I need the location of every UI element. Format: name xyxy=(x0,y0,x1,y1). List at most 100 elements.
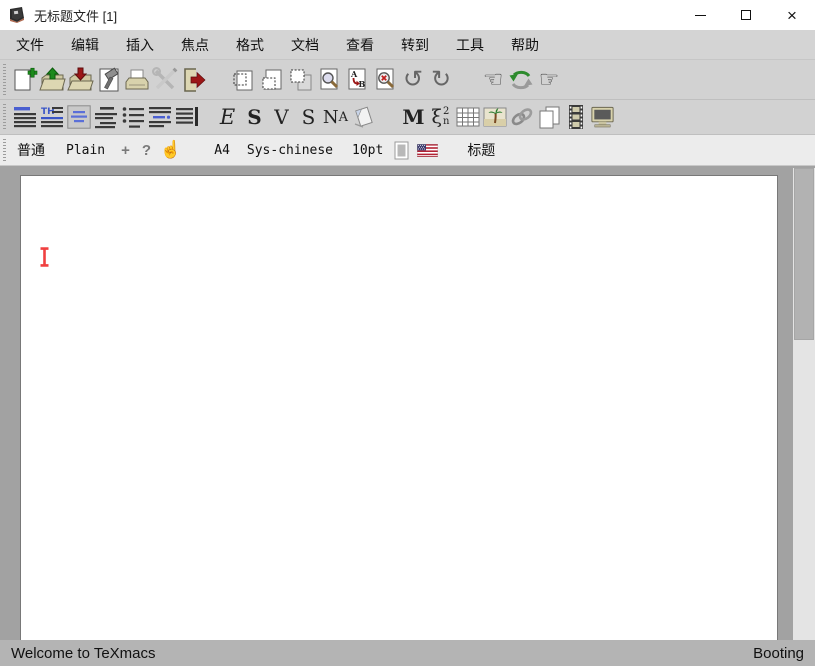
menu-help[interactable]: 帮助 xyxy=(498,31,552,59)
document-area xyxy=(0,166,815,640)
replace-button[interactable]: A B xyxy=(343,64,371,96)
toolbar-grip[interactable] xyxy=(3,64,6,95)
help-balloon-button[interactable]: ? xyxy=(142,142,151,159)
monitor-icon xyxy=(589,104,616,130)
export-button[interactable] xyxy=(179,64,207,96)
section-block-button[interactable] xyxy=(92,102,119,132)
paste-button[interactable] xyxy=(287,64,315,96)
texmacs-window: 无标题文件 [1] × 文件 编辑 插入 焦点 格式 文档 查看 转到 工具 帮… xyxy=(0,0,815,666)
equation-block-button[interactable] xyxy=(146,102,173,132)
save-folder-icon xyxy=(67,66,95,94)
minimize-button[interactable] xyxy=(677,0,723,30)
approve-icon[interactable]: ☝ xyxy=(160,140,181,160)
abstract-block-icon xyxy=(67,105,91,129)
search-button[interactable] xyxy=(315,64,343,96)
redo-icon: ↻ xyxy=(431,68,451,92)
menu-file[interactable]: 文件 xyxy=(3,31,57,59)
font-size-selector[interactable]: 10pt xyxy=(352,143,383,158)
window-title: 无标题文件 [1] xyxy=(34,6,117,25)
section-block-icon xyxy=(94,105,118,129)
toolbar-grip[interactable] xyxy=(3,139,6,161)
menu-tools[interactable]: 工具 xyxy=(443,31,497,59)
menu-insert[interactable]: 插入 xyxy=(113,31,167,59)
tools-icon xyxy=(151,66,179,94)
name-button[interactable]: NA xyxy=(322,102,349,132)
image-icon xyxy=(482,104,508,130)
hammer-page-icon xyxy=(96,66,122,94)
close-button[interactable]: × xyxy=(769,0,815,30)
font-selector[interactable]: Sys-chinese xyxy=(247,143,333,158)
flush-right-button[interactable] xyxy=(173,102,200,132)
undo-icon: ↺ xyxy=(403,68,423,92)
equation-block-icon xyxy=(148,105,172,129)
portrait-page-icon xyxy=(394,141,409,160)
menu-view[interactable]: 查看 xyxy=(333,31,387,59)
menu-edit[interactable]: 编辑 xyxy=(58,31,112,59)
math-button[interactable]: M xyxy=(400,102,427,132)
verbatim-label: V xyxy=(274,105,288,129)
menu-format[interactable]: 格式 xyxy=(223,31,277,59)
status-mode: Booting xyxy=(753,645,804,662)
vertical-scrollbar[interactable] xyxy=(793,168,815,640)
new-document-button[interactable] xyxy=(11,64,39,96)
sample-label: S xyxy=(302,105,316,129)
format-toolbar: TH xyxy=(0,100,815,135)
reload-button[interactable] xyxy=(507,64,535,96)
add-button[interactable]: + xyxy=(121,142,130,159)
new-document-icon xyxy=(12,66,38,94)
title-header-button[interactable]: TH xyxy=(38,102,65,132)
citation-button[interactable] xyxy=(535,102,562,132)
page-size-selector[interactable]: A4 xyxy=(214,143,230,158)
cut-button[interactable] xyxy=(259,64,287,96)
copy-button[interactable] xyxy=(231,64,259,96)
cut-icon xyxy=(260,66,286,94)
save-document-button[interactable] xyxy=(67,64,95,96)
strong-button[interactable]: S xyxy=(241,102,268,132)
compile-button[interactable] xyxy=(95,64,123,96)
sample-button[interactable]: S xyxy=(295,102,322,132)
menu-go[interactable]: 转到 xyxy=(388,31,442,59)
verbatim-button[interactable]: V xyxy=(268,102,295,132)
page-insert-button[interactable] xyxy=(349,102,376,132)
formula-button[interactable]: ξ 2n xyxy=(427,102,454,132)
page-orientation-button[interactable] xyxy=(394,141,409,160)
spell-check-button[interactable] xyxy=(371,64,399,96)
us-flag-icon xyxy=(417,144,438,157)
table-insert-button[interactable] xyxy=(454,102,481,132)
reload-icon xyxy=(508,67,534,93)
menu-bar: 文件 编辑 插入 焦点 格式 文档 查看 转到 工具 帮助 xyxy=(0,30,815,60)
animation-button[interactable] xyxy=(562,102,589,132)
menu-document[interactable]: 文档 xyxy=(278,31,332,59)
preferences-button[interactable] xyxy=(151,64,179,96)
itemize-list-button[interactable] xyxy=(119,102,146,132)
abstract-block-button[interactable] xyxy=(65,102,92,132)
menu-focus[interactable]: 焦点 xyxy=(168,31,222,59)
image-insert-button[interactable] xyxy=(481,102,508,132)
maximize-icon xyxy=(741,10,751,20)
paragraph-format-selector[interactable]: Plain xyxy=(66,143,105,158)
print-button[interactable] xyxy=(123,64,151,96)
export-door-icon xyxy=(179,66,207,94)
scrollbar-thumb[interactable] xyxy=(794,168,814,340)
paragraph-style-icon xyxy=(13,105,37,129)
paragraph-style-button[interactable] xyxy=(11,102,38,132)
document-page[interactable] xyxy=(20,175,778,645)
language-selector[interactable] xyxy=(417,144,438,157)
minimize-icon xyxy=(695,15,706,16)
section-selector[interactable]: 标题 xyxy=(467,140,495,160)
navigate-forward-button[interactable]: ☞ xyxy=(535,64,563,96)
maximize-button[interactable] xyxy=(723,0,769,30)
toolbar-grip[interactable] xyxy=(3,104,6,130)
math-label: M xyxy=(402,105,424,129)
open-document-button[interactable] xyxy=(39,64,67,96)
search-icon xyxy=(316,66,342,94)
redo-button[interactable]: ↻ xyxy=(427,64,455,96)
table-icon xyxy=(455,104,481,130)
presentation-button[interactable] xyxy=(589,102,616,132)
emphasis-button[interactable]: E xyxy=(214,102,241,132)
window-controls: × xyxy=(677,0,815,30)
link-insert-button[interactable] xyxy=(508,102,535,132)
navigate-back-button[interactable]: ☜ xyxy=(479,64,507,96)
undo-button[interactable]: ↺ xyxy=(399,64,427,96)
text-style-selector[interactable]: 普通 xyxy=(17,140,45,160)
